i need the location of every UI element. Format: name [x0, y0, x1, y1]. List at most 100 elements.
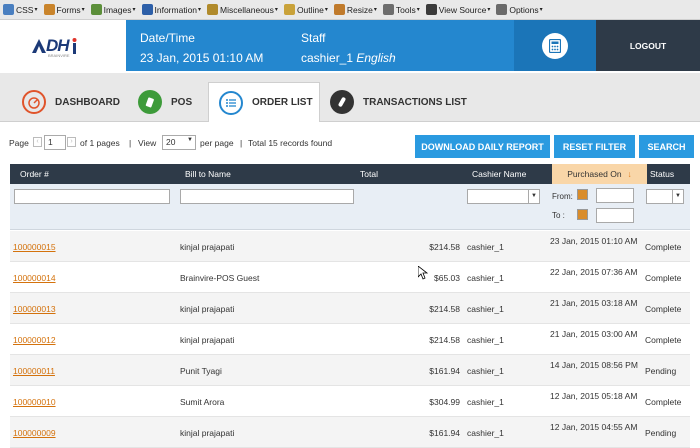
devbar-images-menu[interactable]: Images ▾ — [90, 4, 136, 15]
total-records: Total 15 records found — [248, 138, 333, 148]
order-id-link[interactable]: 100000009 — [13, 428, 56, 438]
cashier-name: cashier_1 — [467, 366, 504, 376]
purchased-on: 12 Jan, 2015 05:18 AM — [550, 391, 638, 401]
dropdown-arrow-icon: ▾ — [198, 7, 202, 13]
order-status: Pending — [645, 366, 677, 376]
devbar-view-source-menu[interactable]: View Source ▾ — [425, 4, 490, 15]
next-page-icon[interactable]: › — [67, 137, 76, 147]
order-id-link[interactable]: 100000012 — [13, 335, 56, 345]
devbar-misc-menu[interactable]: Miscellaneous ▾ — [207, 4, 278, 15]
col-order[interactable]: Order # — [20, 169, 49, 179]
col-bill[interactable]: Bill to Name — [185, 169, 231, 179]
cashier-name: cashier_1 — [467, 273, 504, 283]
order-id-link[interactable]: 100000011 — [13, 366, 55, 376]
order-status: Complete — [645, 335, 682, 345]
col-purchased-on[interactable]: Purchased On ↓ — [552, 164, 647, 184]
info-icon — [141, 4, 153, 15]
dropdown-arrow-icon: ▾ — [373, 7, 377, 13]
date-from-input[interactable] — [596, 188, 634, 203]
dashboard-icon — [22, 90, 46, 114]
devbar-label: View Source — [438, 4, 487, 15]
devbar-label: Resize — [346, 4, 373, 15]
page-label: Page — [9, 138, 29, 148]
dropdown-arrow-icon: ▾ — [416, 7, 420, 13]
datetime-block: Date/Time 23 Jan, 2015 01:10 AM — [140, 31, 263, 65]
devbar-label: Tools — [395, 4, 416, 15]
col-status[interactable]: Status — [650, 169, 674, 179]
outline-icon — [283, 4, 295, 15]
order-id-link[interactable]: 100000014 — [13, 273, 56, 283]
staff-value: cashier_1 English — [301, 51, 396, 65]
search-button[interactable]: SEARCH — [639, 135, 694, 158]
table-row[interactable]: 100000014 Brainvire-POS Guest $65.03 cashie… — [10, 262, 690, 293]
order-id-link[interactable]: 100000010 — [13, 397, 56, 407]
table-row[interactable]: 100000015 kinjal prajapati $214.58 cashier_… — [10, 231, 690, 262]
order-list-icon — [219, 90, 243, 115]
chevron-down-icon: ▼ — [528, 190, 539, 203]
order-id-link[interactable]: 100000015 — [13, 242, 56, 252]
per-page-value: 20 — [166, 137, 176, 147]
bill-to-name: kinjal prajapati — [180, 242, 235, 252]
calendar-icon[interactable] — [577, 189, 588, 200]
order-total: $161.94 — [429, 366, 460, 376]
from-label: From: — [552, 192, 573, 201]
devbar-resize-menu[interactable]: Resize ▾ — [333, 4, 377, 15]
order-total: $214.58 — [429, 304, 460, 314]
devbar-tools-menu[interactable]: Tools ▾ — [382, 4, 420, 15]
prev-page-icon[interactable]: ‹ — [33, 137, 42, 147]
cashier-name: cashier_1 — [467, 304, 504, 314]
bill-filter-input[interactable] — [180, 189, 354, 204]
col-total[interactable]: Total — [360, 169, 378, 179]
table-row[interactable]: 100000009 kinjal prajapati $161.94 cashier_… — [10, 417, 690, 448]
purchased-on: 21 Jan, 2015 03:00 AM — [550, 329, 638, 339]
bill-to-name: Brainvire-POS Guest — [180, 273, 260, 283]
devbar-outline-menu[interactable]: Outline ▾ — [283, 4, 328, 15]
cashier-filter-select[interactable]: ▼ — [467, 189, 540, 204]
staff-language[interactable]: English — [356, 51, 395, 65]
per-page-select[interactable]: 20 ▼ — [162, 135, 196, 150]
devbar-options-menu[interactable]: Options ▾ — [496, 4, 543, 15]
purchased-on: 21 Jan, 2015 03:18 AM — [550, 298, 638, 308]
cashier-name: cashier_1 — [467, 428, 504, 438]
tab-dashboard[interactable]: DASHBOARD — [22, 83, 120, 121]
tab-order-list-label: ORDER LIST — [252, 97, 313, 108]
date-to-input[interactable] — [596, 208, 634, 223]
devbar-forms-menu[interactable]: Forms ▾ — [43, 4, 85, 15]
order-filter-input[interactable] — [14, 189, 170, 204]
dropdown-arrow-icon: ▾ — [324, 7, 328, 13]
status-filter-select[interactable]: ▼ — [646, 189, 684, 204]
download-daily-report-button[interactable]: DOWNLOAD DAILY REPORT — [415, 135, 550, 158]
reset-filter-button[interactable]: RESET FILTER — [554, 135, 635, 158]
order-status: Complete — [645, 304, 682, 314]
bill-to-name: Sumit Arora — [180, 397, 225, 407]
order-id-link[interactable]: 100000013 — [13, 304, 56, 314]
devbar-info-menu[interactable]: Information ▾ — [141, 4, 202, 15]
pos-icon — [138, 90, 162, 114]
tab-order-list[interactable]: ORDER LIST — [208, 82, 320, 122]
calculator-icon — [542, 32, 568, 59]
table-row[interactable]: 100000012 kinjal prajapati $214.58 cashier_… — [10, 324, 690, 355]
col-cashier[interactable]: Cashier Name — [472, 169, 526, 179]
purchased-on: 23 Jan, 2015 01:10 AM — [550, 236, 638, 246]
to-label: To : — [552, 211, 565, 220]
tab-pos[interactable]: POS — [138, 83, 192, 121]
of-pages-text: of 1 pages — [80, 138, 120, 148]
calculator-button[interactable] — [514, 20, 596, 71]
calendar-icon[interactable] — [577, 209, 588, 220]
page-input[interactable]: 1 — [44, 135, 66, 150]
per-page-label: per page — [200, 138, 234, 148]
logout-button[interactable]: LOGOUT — [596, 20, 700, 71]
dropdown-arrow-icon: ▾ — [81, 7, 85, 13]
table-row[interactable]: 100000011 Punit Tyagi $161.94 cashier_1 14 J… — [10, 355, 690, 386]
table-row[interactable]: 100000013 kinjal prajapati $214.58 cashier_… — [10, 293, 690, 324]
chevron-down-icon: ▼ — [187, 137, 193, 143]
devbar-css-menu[interactable]: CSS ▾ — [3, 4, 38, 15]
bill-to-name: Punit Tyagi — [180, 366, 222, 376]
order-total: $214.58 — [429, 335, 460, 345]
order-status: Complete — [645, 397, 682, 407]
table-row[interactable]: 100000010 Sumit Arora $304.99 cashier_1 12 J… — [10, 386, 690, 417]
order-total: $161.94 — [429, 428, 460, 438]
tab-transactions-list[interactable]: TRANSACTIONS LIST — [330, 83, 467, 121]
table-header: Order # Bill to Name Total Cashier Name … — [10, 164, 690, 184]
purchased-on: 14 Jan, 2015 08:56 PM — [550, 360, 638, 370]
